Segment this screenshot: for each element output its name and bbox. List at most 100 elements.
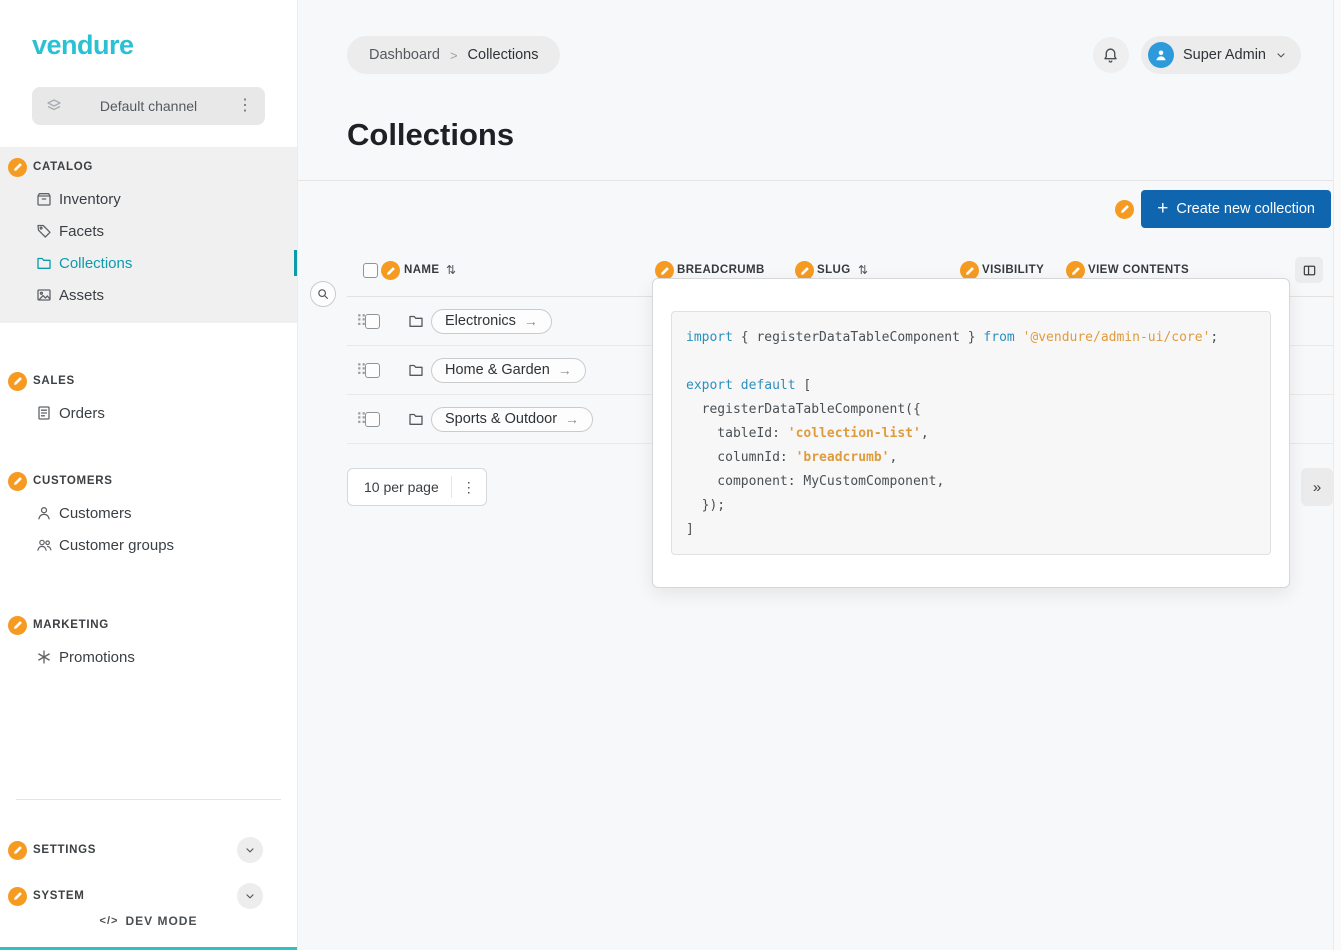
code-icon: </> — [100, 915, 119, 927]
sidebar-nav: CATALOG Inventory Facets — [0, 147, 297, 725]
channel-kebab-icon[interactable]: ⋮ — [235, 98, 255, 114]
expand-settings-button[interactable] — [237, 837, 263, 863]
dev-mode-marker-icon[interactable] — [1115, 200, 1134, 219]
dev-mode-marker-icon[interactable] — [8, 372, 27, 391]
header-divider — [298, 180, 1341, 181]
folder-icon — [408, 313, 424, 329]
dev-mode-popover: import { registerDataTableComponent } fr… — [652, 278, 1290, 588]
nav-section-catalog: CATALOG Inventory Facets — [0, 147, 297, 323]
sidebar-item-promotions[interactable]: Promotions — [0, 641, 297, 673]
dev-mode-marker-icon[interactable] — [8, 472, 27, 491]
orders-icon — [36, 405, 52, 421]
sidebar-item-customers[interactable]: Customers — [0, 497, 297, 529]
column-header-name: NAME — [404, 264, 439, 276]
sidebar-item-orders[interactable]: Orders — [0, 397, 297, 429]
select-all-checkbox[interactable] — [363, 263, 378, 278]
inventory-icon — [36, 191, 52, 207]
per-page-select[interactable]: 10 per page ⋮ — [347, 468, 487, 506]
dev-mode-marker-icon[interactable] — [8, 616, 27, 635]
chevron-down-icon — [1275, 49, 1287, 61]
sidebar: vendure Default channel ⋮ CATALOG — [0, 0, 298, 950]
code-snippet: import { registerDataTableComponent } fr… — [671, 311, 1271, 555]
customers-icon — [36, 505, 52, 521]
row-checkbox[interactable] — [365, 314, 380, 329]
sidebar-item-inventory[interactable]: Inventory — [0, 183, 297, 215]
per-page-kebab-icon[interactable]: ⋮ — [451, 476, 486, 498]
sidebar-item-assets[interactable]: Assets — [0, 279, 297, 311]
column-settings-button[interactable] — [1295, 257, 1323, 283]
column-header-breadcrumb: BREADCRUMB — [677, 264, 765, 276]
next-page-button[interactable]: » — [1301, 468, 1333, 506]
notifications-button[interactable] — [1093, 37, 1129, 73]
nav-section-label: CATALOG — [33, 161, 93, 173]
dev-mode-toggle[interactable]: </> DEV MODE — [0, 914, 297, 928]
topbar-right: Super Admin — [1093, 36, 1301, 74]
dev-mode-label: DEV MODE — [125, 914, 197, 928]
breadcrumb-dashboard-link[interactable]: Dashboard — [369, 47, 440, 63]
collection-link[interactable]: Sports & Outdoor → — [431, 407, 593, 432]
vendure-logo: vendure — [32, 30, 297, 61]
dev-mode-marker-icon[interactable] — [8, 887, 27, 906]
column-header-slug: SLUG — [817, 264, 851, 276]
collections-icon — [36, 255, 52, 271]
sidebar-item-customer-groups[interactable]: Customer groups — [0, 529, 297, 561]
column-header-visibility: VISIBILITY — [982, 264, 1044, 276]
main-content: Dashboard > Collections Super Admin — [298, 0, 1341, 950]
row-checkbox[interactable] — [365, 363, 380, 378]
dev-mode-marker-icon[interactable] — [8, 158, 27, 177]
sort-icon[interactable]: ⇅ — [446, 263, 456, 277]
assets-icon — [36, 287, 52, 303]
collection-link[interactable]: Home & Garden → — [431, 358, 586, 383]
sidebar-item-label: Collections — [59, 255, 132, 272]
nav-section-customers: CUSTOMERS Customers Customer groups — [0, 465, 297, 561]
nav-section-marketing: MARKETING Promotions — [0, 609, 297, 673]
dev-mode-marker-icon[interactable] — [8, 841, 27, 860]
channel-selector[interactable]: Default channel ⋮ — [32, 87, 265, 125]
sidebar-item-label: Inventory — [59, 191, 121, 208]
drag-handle[interactable]: ⠿ — [356, 412, 364, 427]
folder-icon — [408, 411, 424, 427]
sidebar-item-facets[interactable]: Facets — [0, 215, 297, 247]
collection-link[interactable]: Electronics → — [431, 309, 552, 334]
plus-icon: + — [1157, 199, 1168, 218]
chevron-down-icon — [244, 890, 256, 902]
layers-icon — [46, 98, 62, 114]
sidebar-divider — [16, 799, 281, 800]
collection-name: Electronics — [445, 313, 516, 329]
user-menu-button[interactable]: Super Admin — [1141, 36, 1301, 74]
breadcrumb-current: Collections — [468, 47, 539, 63]
avatar — [1148, 42, 1174, 68]
nav-section-label: SETTINGS — [33, 844, 96, 856]
breadcrumb: Dashboard > Collections — [347, 36, 560, 74]
collection-name: Sports & Outdoor — [445, 411, 557, 427]
per-page-label: 10 per page — [348, 479, 451, 495]
folder-icon — [408, 362, 424, 378]
actions-row: + Create new collection — [298, 190, 1331, 228]
sidebar-item-collections[interactable]: Collections — [0, 247, 297, 279]
drag-handle[interactable]: ⠿ — [356, 363, 364, 378]
row-checkbox[interactable] — [365, 412, 380, 427]
search-button[interactable] — [310, 281, 336, 307]
sidebar-section-settings[interactable]: SETTINGS — [0, 832, 297, 868]
nav-section-label: CUSTOMERS — [33, 475, 113, 487]
arrow-right-icon: → — [565, 411, 579, 427]
drag-handle[interactable]: ⠿ — [356, 314, 364, 329]
sidebar-section-system[interactable]: SYSTEM — [0, 878, 297, 914]
nav-section-label: SYSTEM — [33, 890, 85, 902]
create-collection-label: Create new collection — [1176, 201, 1315, 217]
sidebar-item-label: Promotions — [59, 649, 135, 666]
nav-section-label: MARKETING — [33, 619, 109, 631]
expand-system-button[interactable] — [237, 883, 263, 909]
dev-mode-marker-icon[interactable] — [381, 261, 400, 280]
sidebar-item-label: Assets — [59, 287, 104, 304]
sidebar-item-label: Orders — [59, 405, 105, 422]
bell-icon — [1102, 47, 1119, 64]
columns-icon — [1302, 263, 1317, 278]
app-window: vendure Default channel ⋮ CATALOG — [0, 0, 1341, 950]
create-collection-button[interactable]: + Create new collection — [1141, 190, 1331, 228]
sidebar-item-label: Facets — [59, 223, 104, 240]
sort-icon[interactable]: ⇅ — [858, 263, 868, 277]
scrollbar[interactable] — [1333, 0, 1341, 950]
channel-label: Default channel — [62, 98, 235, 114]
nav-section-label: SALES — [33, 375, 75, 387]
